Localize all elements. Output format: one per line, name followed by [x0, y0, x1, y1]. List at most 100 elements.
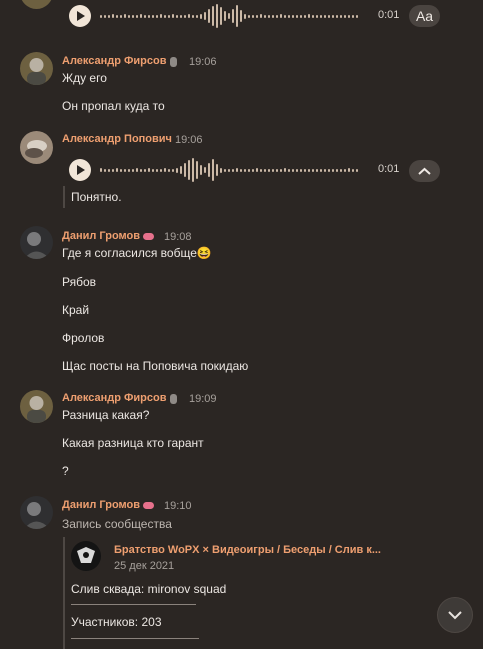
waveform-bar [300, 14, 302, 18]
waveform-bar [340, 14, 342, 18]
transcribe-button[interactable]: Aa [409, 5, 440, 27]
author-name[interactable]: Александр Фирсов [62, 392, 167, 404]
waveform-bar [300, 168, 302, 172]
heart-icon [143, 233, 154, 240]
waveform-bar [320, 14, 322, 18]
community-avatar[interactable] [71, 541, 101, 571]
waveform-bar [156, 14, 158, 18]
waveform-bar [164, 168, 166, 172]
waveform-bar [220, 167, 222, 173]
waveform-bar [208, 9, 210, 23]
waveform-bar [104, 168, 106, 172]
message-text: Щас посты на Поповича покидаю [62, 359, 249, 373]
waveform-bar [196, 161, 198, 179]
post-divider [71, 604, 196, 605]
waveform-bar [284, 168, 286, 172]
waveform-bar [244, 168, 246, 172]
voice-waveform[interactable] [100, 157, 360, 183]
message-time[interactable]: 19:09 [189, 393, 217, 405]
waveform-bar [316, 14, 318, 18]
message-time[interactable]: 19:06 [189, 56, 217, 68]
waveform-bar [252, 14, 254, 18]
waveform-bar [336, 168, 338, 172]
play-icon[interactable] [69, 5, 91, 27]
scroll-down-button[interactable] [437, 597, 473, 633]
waveform-bar [268, 168, 270, 172]
waveform-bar [192, 158, 194, 182]
waveform-bar [348, 14, 350, 18]
waveform-bar [328, 14, 330, 18]
message-text: Фролов [62, 331, 105, 345]
waveform-bar [312, 14, 314, 18]
post-date[interactable]: 25 дек 2021 [114, 560, 174, 572]
voice-waveform[interactable] [100, 3, 360, 29]
waveform-bar [180, 166, 182, 174]
community-name[interactable]: Братство WoPX × Видеоигры / Беседы / Сли… [114, 544, 381, 556]
transcript-text: Понятно. [71, 190, 122, 204]
author-name[interactable]: Данил Громов [62, 230, 140, 242]
avatar[interactable] [20, 496, 53, 529]
waveform-bar [236, 5, 238, 27]
avatar[interactable] [20, 390, 53, 423]
message-text: ? [62, 464, 69, 478]
message-text: Разница какая? [62, 408, 150, 422]
collapse-transcript-button[interactable] [409, 160, 440, 182]
message-text: Рябов [62, 275, 97, 289]
avatar[interactable] [20, 226, 53, 259]
waveform-bar [276, 168, 278, 172]
waveform-bar [320, 168, 322, 172]
waveform-bar [304, 14, 306, 18]
author-name[interactable]: Александр Фирсов [62, 55, 167, 67]
waveform-bar [268, 14, 270, 18]
message-text: Какая разница кто гарант [62, 436, 204, 450]
waveform-bar [144, 14, 146, 18]
waveform-bar [244, 13, 246, 19]
waveform-bar [272, 14, 274, 18]
waveform-bar [312, 168, 314, 172]
waveform-bar [108, 14, 110, 18]
chevron-up-icon [418, 167, 431, 175]
waveform-bar [356, 14, 358, 18]
author-name[interactable]: Александр Попович [62, 133, 172, 145]
waveform-bar [348, 168, 350, 172]
voice-duration: 0:01 [378, 9, 400, 21]
avatar[interactable] [20, 52, 53, 85]
waveform-bar [308, 168, 310, 172]
waveform-bar [100, 14, 102, 18]
waveform-bar [112, 168, 114, 172]
message-time[interactable]: 19:06 [175, 134, 203, 146]
waveform-bar [116, 168, 118, 172]
waveform-bar [228, 168, 230, 172]
waveform-bar [260, 14, 262, 18]
waveform-bar [232, 9, 234, 23]
waveform-bar [232, 168, 234, 172]
waveform-bar [120, 168, 122, 172]
waveform-bar [220, 7, 222, 25]
waveform-bar [292, 168, 294, 172]
attachment-type-label: Запись сообщества [62, 517, 172, 531]
avatar[interactable] [20, 131, 53, 164]
waveform-bar [276, 14, 278, 18]
waveform-bar [316, 168, 318, 172]
quote-bar [63, 186, 65, 208]
waveform-bar [176, 14, 178, 18]
waveform-bar [228, 13, 230, 19]
message-time[interactable]: 19:08 [164, 231, 192, 243]
waveform-bar [152, 168, 154, 172]
author-name[interactable]: Данил Громов [62, 499, 140, 511]
waveform-bar [352, 14, 354, 18]
waveform-bar [112, 14, 114, 18]
waveform-bar [296, 168, 298, 172]
waveform-bar [204, 167, 206, 173]
waveform-bar [264, 168, 266, 172]
play-icon[interactable] [69, 159, 91, 181]
waveform-bar [224, 11, 226, 21]
waveform-bar [168, 14, 170, 18]
waveform-bar [248, 14, 250, 18]
post-quote-bar [63, 537, 65, 649]
waveform-bar [216, 4, 218, 28]
message-time[interactable]: 19:10 [164, 500, 192, 512]
heart-icon [143, 502, 154, 509]
waveform-bar [328, 168, 330, 172]
waveform-bar [124, 14, 126, 18]
